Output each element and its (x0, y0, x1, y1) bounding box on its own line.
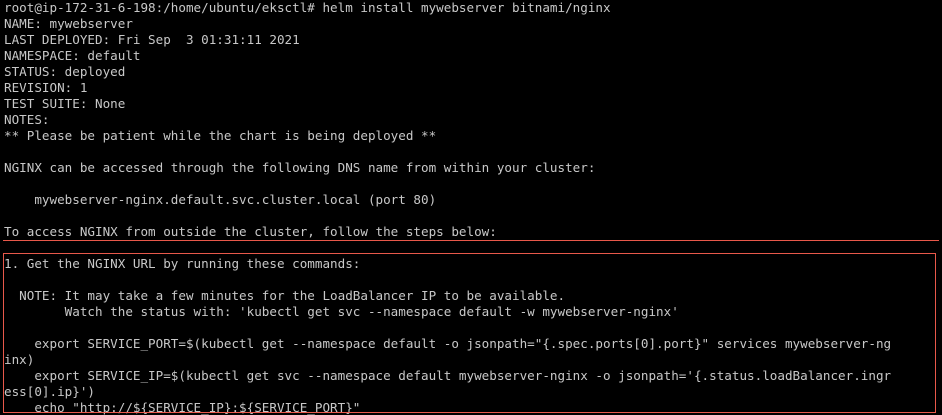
access-line-underline (3, 223, 939, 241)
terminal-line-notes: NOTES: (4, 112, 50, 127)
terminal-line-revision: REVISION: 1 (4, 80, 88, 95)
terminal-line-prompt: root@ip-172-31-6-198:/home/ubuntu/eksctl… (4, 0, 611, 15)
terminal-line-last-deployed: LAST DEPLOYED: Fri Sep 3 01:31:11 2021 (4, 32, 300, 47)
commands-highlight-box (3, 253, 936, 413)
terminal-window[interactable]: root@ip-172-31-6-198:/home/ubuntu/eksctl… (0, 0, 942, 415)
terminal-line-status: STATUS: deployed (4, 64, 126, 79)
terminal-line-test-suite: TEST SUITE: None (4, 96, 126, 111)
terminal-line-namespace: NAMESPACE: default (4, 48, 141, 63)
terminal-line-dns-name: mywebserver-nginx.default.svc.cluster.lo… (4, 192, 437, 207)
terminal-line-patient: ** Please be patient while the chart is … (4, 128, 437, 143)
terminal-line-dns-intro: NGINX can be accessed through the follow… (4, 160, 596, 175)
terminal-line-name: NAME: mywebserver (4, 16, 133, 31)
